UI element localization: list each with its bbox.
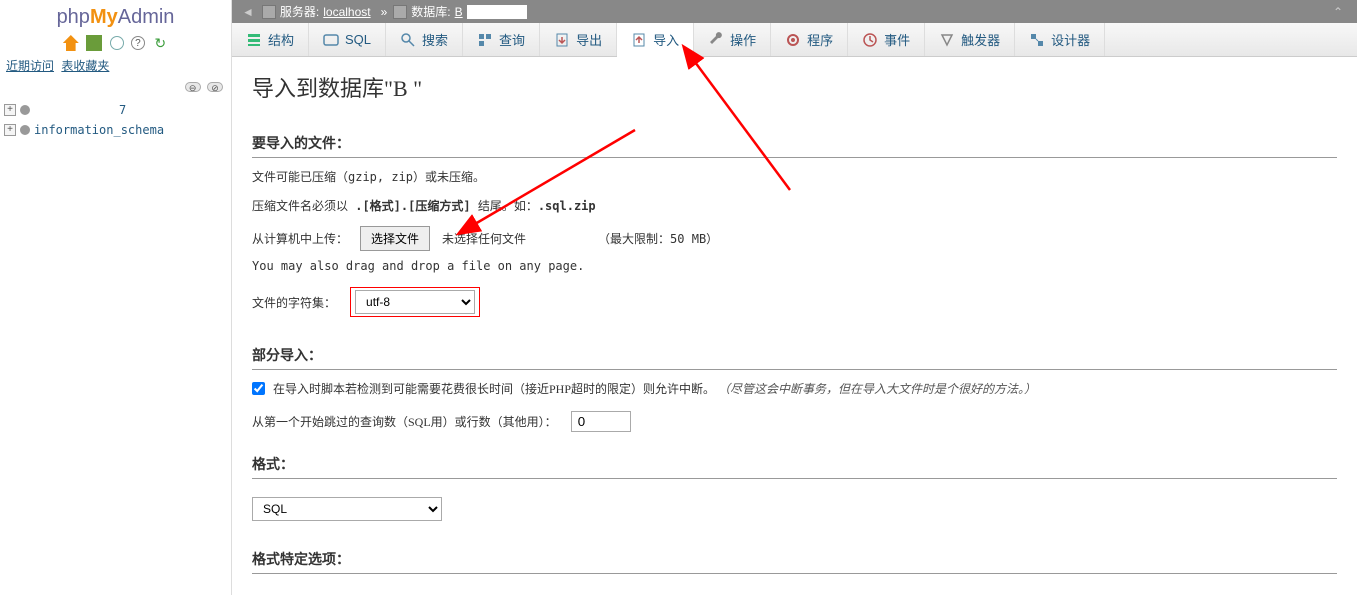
sidebar-sublinks: 近期访问 表收藏夹 (0, 53, 231, 78)
tab-label: 触发器 (961, 30, 1000, 49)
tab-designer[interactable]: 设计器 (1015, 23, 1105, 56)
tree-label: 7 (119, 103, 126, 117)
sql-icon (323, 32, 339, 48)
tab-import[interactable]: 导入 (617, 23, 694, 57)
compress-help-1: 文件可能已压缩（gzip, zip）或未压缩。 (252, 168, 1337, 187)
help2-example: .sql.zip (538, 199, 596, 213)
tab-sql[interactable]: SQL (309, 23, 386, 56)
bc-server-link[interactable]: localhost (323, 5, 370, 19)
sidebar: phpMyAdmin ? ↻ 近期访问 表收藏夹 ⊖ ⊘ + 7 (0, 0, 232, 595)
tree-label: information_schema (34, 123, 164, 137)
recent-link[interactable]: 近期访问 (6, 59, 54, 73)
unlink-icon[interactable]: ⊘ (207, 82, 223, 92)
tab-events[interactable]: 事件 (848, 23, 925, 56)
no-file-text: 未选择任何文件 (442, 230, 526, 247)
allow-interrupt-checkbox[interactable] (252, 382, 265, 395)
logo-php: php (57, 6, 90, 28)
redacted-db-name (34, 104, 119, 116)
tab-label: 操作 (730, 30, 756, 49)
tab-label: 结构 (268, 30, 294, 49)
skip-input[interactable] (571, 411, 631, 432)
section-format-heading: 格式： (252, 454, 1337, 479)
compress-help-2: 压缩文件名必须以 .[格式].[压缩方式] 结尾。如：.sql.zip (252, 197, 1337, 216)
expand-icon[interactable]: + (4, 124, 16, 136)
db-icon (20, 125, 30, 135)
logo-admin: Admin (118, 6, 175, 28)
tab-label: 导出 (576, 30, 602, 49)
collapse-icon[interactable]: ⊖ (185, 82, 201, 92)
tree-item[interactable]: + information_schema (2, 120, 229, 140)
skip-label: 从第一个开始跳过的查询数（SQL用）或行数（其他用）： (252, 413, 557, 430)
tree-item[interactable]: + 7 (2, 100, 229, 120)
redacted-db-name (467, 5, 527, 19)
server-icon (262, 5, 276, 19)
query-icon (477, 32, 493, 48)
reload-icon[interactable]: ↻ (152, 35, 168, 51)
tab-label: 程序 (807, 30, 833, 49)
wrench-icon (708, 32, 724, 48)
db-icon (20, 105, 30, 115)
triggers-icon (939, 32, 955, 48)
choose-file-button[interactable]: 选择文件 (360, 226, 430, 251)
docs-icon[interactable] (110, 36, 124, 50)
tab-operations[interactable]: 操作 (694, 23, 771, 56)
bc-db-link-prefix[interactable]: B (455, 5, 463, 19)
format-select[interactable]: SQL (252, 497, 442, 521)
tab-triggers[interactable]: 触发器 (925, 23, 1015, 56)
tab-label: 事件 (884, 30, 910, 49)
clock-icon (862, 32, 878, 48)
page-title: 导入到数据库"B " (252, 71, 1337, 103)
export-icon (554, 32, 570, 48)
max-size-text: （最大限制：50 MB） (598, 230, 718, 247)
tab-label: 查询 (499, 30, 525, 49)
content: 导入到数据库"B " 要导入的文件： 文件可能已压缩（gzip, zip）或未压… (232, 57, 1357, 595)
logo[interactable]: phpMyAdmin (0, 0, 231, 33)
tab-structure[interactable]: 结构 (232, 23, 309, 56)
tab-label: 搜索 (422, 30, 448, 49)
bc-server-label: 服务器: (280, 3, 319, 20)
section-file-heading: 要导入的文件： (252, 133, 1337, 158)
charset-highlight: utf-8 (350, 287, 480, 317)
bc-separator: » (381, 5, 388, 19)
tab-label: 设计器 (1051, 30, 1090, 49)
logout-icon[interactable] (86, 35, 102, 51)
tab-export[interactable]: 导出 (540, 23, 617, 56)
import-icon (631, 32, 647, 48)
section-partial-heading: 部分导入： (252, 345, 1337, 370)
tab-label: SQL (345, 32, 371, 47)
breadcrumb: ◄ 服务器: localhost » 数据库: B ⌃ (232, 0, 1357, 23)
main: ◄ 服务器: localhost » 数据库: B ⌃ 结构 SQL 搜索 查询… (232, 0, 1357, 595)
charset-label: 文件的字符集： (252, 294, 336, 311)
structure-icon (246, 32, 262, 48)
drag-drop-note: You may also drag and drop a file on any… (252, 259, 1337, 273)
help-icon[interactable]: ? (131, 36, 145, 50)
sidebar-toolbar: ? ↻ (0, 33, 231, 53)
tab-routines[interactable]: 程序 (771, 23, 848, 56)
logo-my: My (90, 6, 118, 28)
favorites-link[interactable]: 表收藏夹 (61, 59, 109, 73)
tab-label: 导入 (653, 30, 679, 49)
partial-main-text: 在导入时脚本若检测到可能需要花费很长时间（接近PHP超时的限定）则允许中断。 (273, 382, 715, 396)
search-icon (400, 32, 416, 48)
help2-bold: .[格式].[压缩方式] (355, 199, 470, 213)
section-format-options-heading: 格式特定选项： (252, 549, 1337, 574)
upload-label: 从计算机中上传： (252, 230, 348, 247)
gear-icon (785, 32, 801, 48)
scroll-top-icon[interactable]: ⌃ (1333, 5, 1343, 19)
charset-select[interactable]: utf-8 (355, 290, 475, 314)
database-icon (393, 5, 407, 19)
designer-icon (1029, 32, 1045, 48)
help2-suffix: 结尾。如： (471, 199, 538, 213)
allow-interrupt-label: 在导入时脚本若检测到可能需要花费很长时间（接近PHP超时的限定）则允许中断。 （… (273, 380, 1036, 397)
collapse-left-icon[interactable]: ◄ (242, 5, 254, 19)
bc-db-label: 数据库: (411, 3, 450, 20)
tab-search[interactable]: 搜索 (386, 23, 463, 56)
partial-note-text: （尽管这会中断事务，但在导入大文件时是个很好的方法。） (718, 382, 1036, 396)
tab-query[interactable]: 查询 (463, 23, 540, 56)
db-tree: + 7 + information_schema (0, 96, 231, 144)
home-icon[interactable] (63, 35, 79, 51)
help2-prefix: 压缩文件名必须以 (252, 199, 355, 213)
expand-icon[interactable]: + (4, 104, 16, 116)
tabs: 结构 SQL 搜索 查询 导出 导入 操作 程序 事件 触发器 设计器 (232, 23, 1357, 57)
